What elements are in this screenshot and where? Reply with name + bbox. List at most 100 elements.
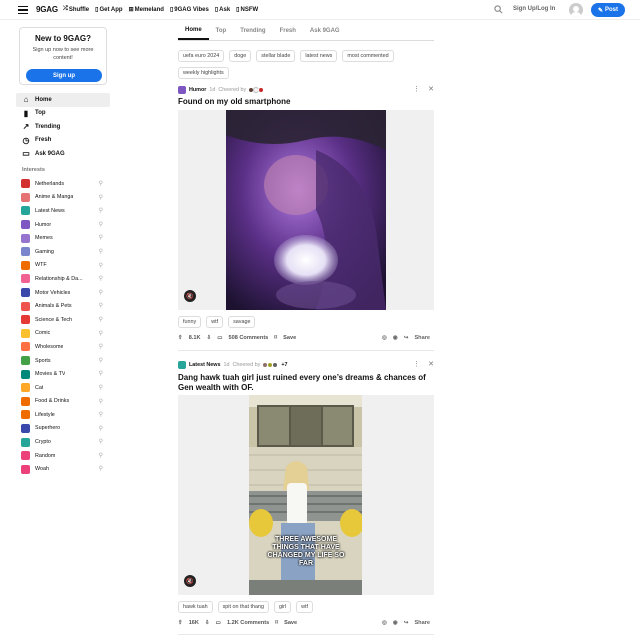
interest-item[interactable]: Food & Drinks ⚲ [21, 395, 105, 409]
pin-icon[interactable]: ⚲ [99, 180, 103, 187]
pin-icon[interactable]: ⚲ [99, 330, 103, 337]
pin-icon[interactable]: ⚲ [99, 411, 103, 418]
section-name[interactable]: Latest News [189, 362, 220, 368]
post-tag[interactable]: spit on that thang [217, 601, 269, 613]
pin-icon[interactable]: ⚲ [99, 275, 103, 282]
close-icon[interactable]: ✕ [428, 360, 434, 368]
pin-icon[interactable]: ⚲ [99, 302, 103, 309]
nav-item-trending[interactable]: ↗ Trending [16, 120, 110, 134]
post-tag[interactable]: wtf [206, 316, 224, 328]
top-nav-get-app[interactable]: ▯ Get App [95, 6, 122, 14]
pin-icon[interactable]: ⚲ [99, 438, 103, 445]
nav-item-ask-9gag[interactable]: ▭ Ask 9GAG [16, 147, 110, 161]
pin-icon[interactable]: ⚲ [99, 370, 103, 377]
interest-item[interactable]: Science & Tech ⚲ [21, 313, 105, 327]
interest-item[interactable]: Netherlands ⚲ [21, 177, 105, 191]
tab-home[interactable]: Home [178, 22, 209, 40]
top-nav-ask[interactable]: ▯ Ask [215, 6, 230, 14]
interest-item[interactable]: WTF ⚲ [21, 259, 105, 273]
featured-tag[interactable]: uefa euro 2024 [178, 50, 225, 62]
interest-item[interactable]: Humor ⚲ [21, 218, 105, 232]
downvote-icon[interactable]: ⇩ [207, 335, 212, 341]
pin-icon[interactable]: ⚲ [99, 194, 103, 201]
interest-item[interactable]: Memes ⚲ [21, 231, 105, 245]
interest-item[interactable]: Crypto ⚲ [21, 435, 105, 449]
top-nav-shuffle[interactable]: ⤮ Shuffle [63, 6, 89, 13]
section-name[interactable]: Humor [189, 87, 206, 93]
post-button[interactable]: ✎ Post [591, 3, 625, 17]
pin-icon[interactable]: ⚲ [99, 316, 103, 323]
pin-icon[interactable]: ⚲ [99, 398, 103, 405]
messenger-icon[interactable]: ◉ [393, 620, 398, 626]
nav-item-top[interactable]: ▮ Top [16, 107, 110, 121]
nav-item-fresh[interactable]: ◷ Fresh [16, 134, 110, 148]
share-button[interactable]: Share [414, 620, 430, 626]
save-button[interactable]: Save [283, 335, 296, 341]
post-tag[interactable]: savage [228, 316, 256, 328]
interest-item[interactable]: Animals & Pets ⚲ [21, 299, 105, 313]
top-nav-nsfw[interactable]: ▯ NSFW [236, 6, 258, 14]
interest-item[interactable]: Motor Vehicles ⚲ [21, 286, 105, 300]
interest-item[interactable]: Superhero ⚲ [21, 422, 105, 436]
menu-icon[interactable] [18, 6, 28, 14]
post-tag[interactable]: funny [178, 316, 202, 328]
comments-count[interactable]: 1.2K Comments [227, 620, 269, 626]
share-button[interactable]: Share [414, 335, 430, 341]
mute-icon[interactable]: 🔇 [184, 575, 196, 587]
pin-icon[interactable]: ⚲ [99, 465, 103, 472]
interest-item[interactable]: Woah ⚲ [21, 462, 105, 476]
whatsapp-icon[interactable]: ◎ [382, 335, 387, 341]
pin-icon[interactable]: ⚲ [99, 425, 103, 432]
top-nav-memeland[interactable]: ⊞ Memeland [129, 6, 164, 14]
save-button[interactable]: Save [284, 620, 297, 626]
featured-tag[interactable]: stellar blade [256, 50, 296, 62]
signup-login-link[interactable]: Sign Up/Log In [513, 6, 555, 12]
tab-ask-9gag[interactable]: Ask 9GAG [303, 22, 347, 40]
post-media[interactable]: 🔇 [178, 110, 434, 310]
interest-item[interactable]: Sports ⚲ [21, 354, 105, 368]
tab-top[interactable]: Top [209, 22, 234, 40]
top-nav-vibes[interactable]: ▯ 9GAG Vibes [170, 6, 209, 14]
interest-item[interactable]: Anime & Manga ⚲ [21, 191, 105, 205]
interest-item[interactable]: Movies & TV ⚲ [21, 367, 105, 381]
interest-item[interactable]: Comic ⚲ [21, 327, 105, 341]
signup-button[interactable]: Sign up [26, 69, 102, 82]
pin-icon[interactable]: ⚲ [99, 384, 103, 391]
pin-icon[interactable]: ⚲ [99, 452, 103, 459]
interest-item[interactable]: Latest News ⚲ [21, 204, 105, 218]
featured-tag[interactable]: doge [229, 50, 252, 62]
share-icon[interactable]: ↪ [404, 335, 409, 341]
downvote-icon[interactable]: ⇩ [205, 620, 210, 626]
pin-icon[interactable]: ⚲ [99, 234, 103, 241]
messenger-icon[interactable]: ◉ [393, 335, 398, 341]
interest-item[interactable]: Cat ⚲ [21, 381, 105, 395]
tab-fresh[interactable]: Fresh [273, 22, 303, 40]
post-title[interactable]: Found on my old smartphone [178, 97, 434, 107]
more-icon[interactable]: ⋮ [413, 360, 420, 368]
pin-icon[interactable]: ⚲ [99, 343, 103, 350]
share-icon[interactable]: ↪ [404, 620, 409, 626]
featured-tag[interactable]: most commented [342, 50, 394, 62]
tab-trending[interactable]: Trending [233, 22, 272, 40]
comment-icon[interactable]: ▭ [216, 620, 221, 626]
post-tag[interactable]: hawk tuah [178, 601, 213, 613]
upvote-icon[interactable]: ⇧ [178, 620, 183, 626]
interest-item[interactable]: Gaming ⚲ [21, 245, 105, 259]
save-icon[interactable]: ⌑ [274, 335, 277, 341]
logo[interactable]: 9GAG [36, 5, 58, 14]
post-media[interactable]: THREE AWESOME THINGS THAT HAVE CHANGED M… [178, 395, 434, 595]
featured-tag[interactable]: latest news [300, 50, 338, 62]
interest-item[interactable]: Random ⚲ [21, 449, 105, 463]
post-tag[interactable]: wtf [296, 601, 314, 613]
mute-icon[interactable]: 🔇 [184, 290, 196, 302]
post-title[interactable]: Dang hawk tuah girl just ruined every on… [178, 373, 434, 392]
interest-item[interactable]: Relationship & Da... ⚲ [21, 272, 105, 286]
save-icon[interactable]: ⌑ [275, 620, 278, 626]
search-icon[interactable] [494, 5, 503, 14]
pin-icon[interactable]: ⚲ [99, 248, 103, 255]
pin-icon[interactable]: ⚲ [99, 262, 103, 269]
more-icon[interactable]: ⋮ [413, 85, 420, 93]
pin-icon[interactable]: ⚲ [99, 289, 103, 296]
pin-icon[interactable]: ⚲ [99, 357, 103, 364]
avatar[interactable] [569, 3, 583, 17]
